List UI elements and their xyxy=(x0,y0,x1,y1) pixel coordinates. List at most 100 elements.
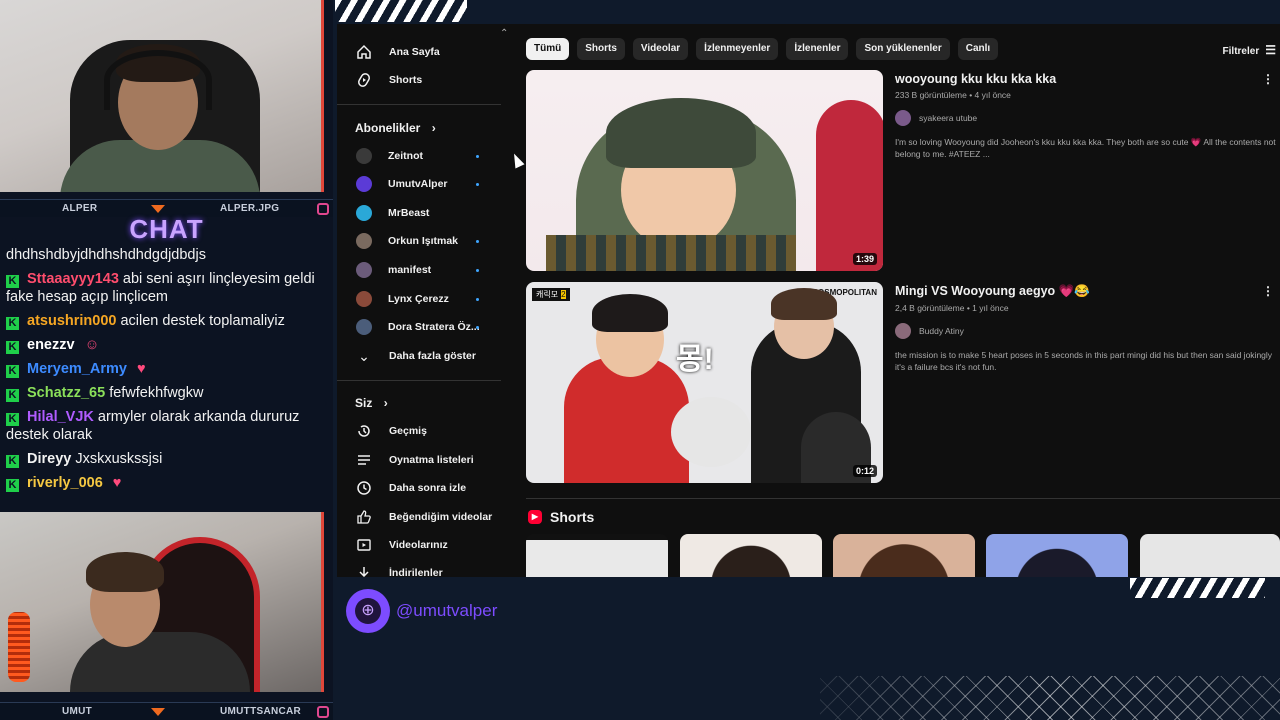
chat-text: acilen destek toplamaliyiz xyxy=(120,313,285,329)
chat-message: Kriverly_006 ♥ xyxy=(6,474,324,492)
sidebar-item-label: Geçmiş xyxy=(389,425,427,437)
youtube-window: ⌃ Ana Sayfa Shorts Abonelikler › ⌄ Daha … xyxy=(337,24,1280,577)
streamer-handle-badge: ⊕ @umutvalper xyxy=(346,589,497,633)
filter-chip[interactable]: Videolar xyxy=(632,38,689,60)
avatar xyxy=(356,148,372,164)
short-thumbnail[interactable] xyxy=(526,534,668,577)
kick-badge-icon: K xyxy=(6,341,19,354)
sidebar-subscription-item[interactable]: Dora Stratera Öz... xyxy=(337,314,507,340)
filters-button[interactable]: Filtreler ☰ xyxy=(1223,43,1276,57)
kick-badge-icon: K xyxy=(6,275,19,288)
channel-name: Buddy Atiny xyxy=(919,326,964,336)
video-thumbnail[interactable]: 1:39 xyxy=(526,70,883,271)
avatar xyxy=(895,323,911,339)
sidebar-item-label: Daha sonra izle xyxy=(389,482,467,494)
video-description: I'm so loving Wooyoung did Jooheon's kku… xyxy=(895,137,1276,159)
decorative-lattice xyxy=(820,676,1280,720)
chat-username: atsushrin000 xyxy=(27,313,117,329)
history-icon xyxy=(355,422,373,440)
filter-chip[interactable]: İzlenenler xyxy=(786,38,849,60)
sidebar-item-label: İndirilenler xyxy=(389,567,443,577)
shorts-section-header: ▶ Shorts xyxy=(528,509,594,525)
more-options-icon[interactable]: ⋮ xyxy=(1262,72,1274,86)
chevron-right-icon: › xyxy=(431,121,436,135)
chat-username: riverly_006 xyxy=(27,475,103,491)
kick-badge-icon: K xyxy=(6,455,19,468)
chat-text: fefwfekhfwgkw xyxy=(109,385,204,401)
short-thumbnail[interactable] xyxy=(1140,534,1280,577)
kick-badge-icon: K xyxy=(6,317,19,330)
chevron-right-icon: › xyxy=(383,396,388,410)
sidebar-item-liked[interactable]: Beğendiğim videolar xyxy=(337,504,507,530)
more-options-icon[interactable]: ⋮ xyxy=(1262,284,1274,298)
video-info: wooyoung kku kku kka kka 233 B görüntüle… xyxy=(895,72,1280,160)
video-duration: 0:12 xyxy=(852,465,877,477)
sidebar-subscription-item[interactable]: Lynx Çerezz xyxy=(337,286,507,312)
sidebar-item-downloads[interactable]: İndirilenler xyxy=(337,560,507,577)
instagram-icon xyxy=(317,706,329,718)
stream-overlay-left: ALPER ALPER.JPG CHAT dhdhshdbyjdhdhshdhd… xyxy=(0,0,333,720)
chat-username: enezzv xyxy=(27,337,75,353)
clock-icon xyxy=(355,479,373,497)
short-thumbnail[interactable] xyxy=(833,534,975,577)
you-header[interactable]: Siz › xyxy=(355,396,388,410)
short-thumbnail[interactable] xyxy=(680,534,822,577)
sidebar-item-history[interactable]: Geçmiş xyxy=(337,418,507,444)
new-content-dot-icon xyxy=(476,239,479,243)
section-title: Shorts xyxy=(550,509,595,525)
video-description: the mission is to make 5 heart poses in … xyxy=(895,350,1273,372)
chat-feed: dhdhshdbyjdhdhshdhdgdjdbdjs K Sttaaayyy14… xyxy=(6,246,324,498)
video-duration: 1:39 xyxy=(852,253,877,265)
sidebar-item-home[interactable]: Ana Sayfa xyxy=(337,39,507,65)
sidebar-item-playlists[interactable]: Oynatma listeleri xyxy=(337,447,507,473)
nameplate-bottom: UMUT UMUTTSANCAR xyxy=(0,702,333,720)
section-title: Siz xyxy=(355,396,373,410)
chat-message: Kenezzv ☺ xyxy=(6,336,324,354)
sidebar-item-label: Ana Sayfa xyxy=(389,46,440,58)
channel-row[interactable]: syakeera utube xyxy=(895,110,1280,126)
sidebar-item-your-videos[interactable]: Videolarınız xyxy=(337,532,507,558)
filter-chip[interactable]: Son yüklenenler xyxy=(856,38,950,60)
chat-message: K Direyy Jxskxuskssjsi xyxy=(6,450,324,468)
caret-up-icon[interactable]: ⌃ xyxy=(500,28,508,39)
sidebar-item-label: UmutvAlper xyxy=(388,178,448,190)
divider xyxy=(337,380,501,381)
sidebar-item-shorts[interactable]: Shorts xyxy=(337,67,507,93)
sidebar-subscription-item[interactable]: Orkun Işıtmak xyxy=(337,228,507,254)
filter-chip[interactable]: Shorts xyxy=(577,38,625,60)
channel-row[interactable]: Buddy Atiny xyxy=(895,323,1280,339)
sidebar-subscription-item[interactable]: Zeitnot xyxy=(337,143,507,169)
sidebar-item-label: MrBeast xyxy=(388,207,430,219)
avatar xyxy=(356,262,372,278)
sidebar-item-watch-later[interactable]: Daha sonra izle xyxy=(337,475,507,501)
short-thumbnail[interactable] xyxy=(986,534,1128,577)
chat-message: K Sttaaayyy143 abi seni aşırı linçleyesim … xyxy=(6,270,324,306)
video-thumbnail[interactable]: 캐릭모 2 COSMOPOLITAN 몽! 0:12 xyxy=(526,282,883,483)
sidebar-item-label: Lynx Çerezz xyxy=(388,293,449,305)
show-more-button[interactable]: ⌄ Daha fazla göster xyxy=(337,343,507,369)
avatar xyxy=(356,319,372,335)
filters-label: Filtreler xyxy=(1222,46,1260,57)
video-info: Mingi VS Wooyoung aegyo 💗😂 2,4 B görüntü… xyxy=(895,284,1280,373)
video-icon xyxy=(355,536,373,554)
thumbs-up-icon xyxy=(355,508,373,526)
sidebar-subscription-item[interactable]: MrBeast xyxy=(337,200,507,226)
chat-message: K Hilal_VJK armyler olarak arkanda dururuz… xyxy=(6,408,324,444)
video-title[interactable]: wooyoung kku kku kka kka xyxy=(895,72,1280,86)
sidebar-subscription-item[interactable]: UmutvAlper xyxy=(337,171,507,197)
sidebar-subscription-item[interactable]: manifest xyxy=(337,257,507,283)
avatar xyxy=(356,233,372,249)
streamer-handle: UMUTTSANCAR xyxy=(220,706,302,717)
filter-chip[interactable]: İzlenmeyenler xyxy=(696,38,779,60)
sidebar-item-label: manifest xyxy=(388,264,432,276)
streamer-name: ALPER xyxy=(62,203,98,214)
subscriptions-header[interactable]: Abonelikler › xyxy=(355,121,436,135)
sidebar-item-label: Beğendiğim videolar xyxy=(389,511,493,523)
filter-chip[interactable]: Canlı xyxy=(957,38,999,60)
video-title[interactable]: Mingi VS Wooyoung aegyo 💗😂 xyxy=(895,284,1280,299)
streamer-handle: ALPER.JPG xyxy=(220,203,280,214)
person-icon: ☺ xyxy=(84,337,100,353)
filter-chip[interactable]: Tümü xyxy=(526,38,570,60)
kick-badge-icon: K xyxy=(6,413,19,426)
sidebar-item-label: Daha fazla göster xyxy=(389,350,476,362)
